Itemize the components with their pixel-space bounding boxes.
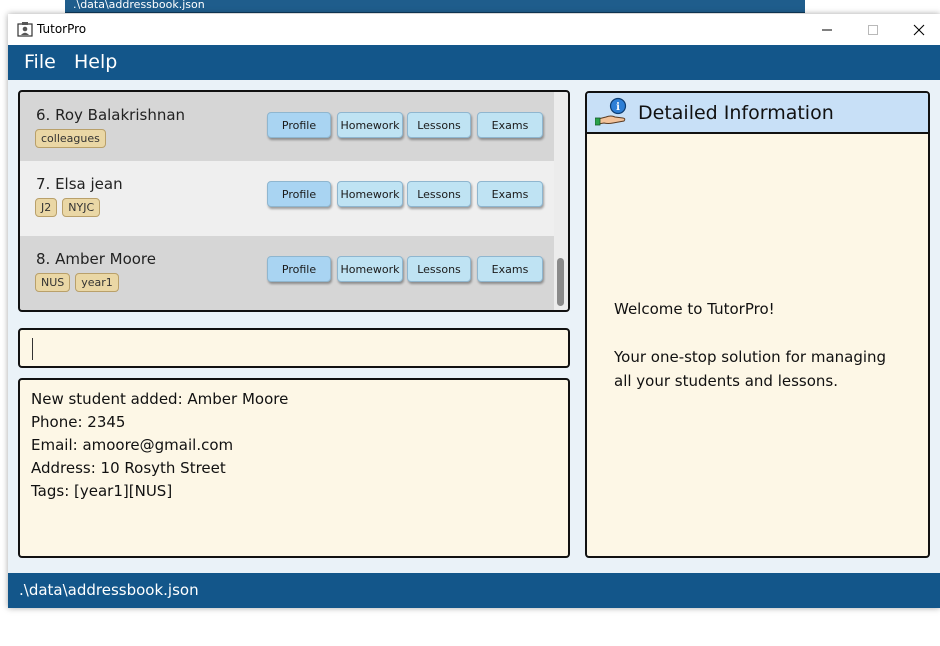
exams-button[interactable]: Exams xyxy=(477,181,543,207)
student-name: 6. Roy Balakrishnan xyxy=(36,106,186,124)
scrollbar-thumb[interactable] xyxy=(557,258,564,306)
command-box xyxy=(18,328,570,368)
status-bar: .\data\addressbook.json xyxy=(8,573,940,608)
background-window-path: .\data\addressbook.json xyxy=(73,0,205,11)
result-line: Tags: [year1][NUS] xyxy=(31,482,173,500)
result-line: New student added: Amber Moore xyxy=(31,390,289,408)
menu-file[interactable]: File xyxy=(24,51,56,73)
homework-button[interactable]: Homework xyxy=(337,112,403,138)
tag-list: colleagues xyxy=(35,127,111,148)
exams-button[interactable]: Exams xyxy=(477,256,543,282)
tag-list: J2 NYJC xyxy=(35,196,105,217)
window-title: TutorPro xyxy=(37,22,87,36)
result-line: Address: 10 Rosyth Street xyxy=(31,459,226,477)
student-card[interactable]: 6. Roy Balakrishnan colleagues Profile H… xyxy=(20,92,554,167)
menu-bar: File Help xyxy=(8,45,940,80)
homework-button[interactable]: Homework xyxy=(337,181,403,207)
lessons-button[interactable]: Lessons xyxy=(407,256,471,282)
tag: colleagues xyxy=(35,129,106,148)
close-button[interactable] xyxy=(896,14,940,45)
app-icon xyxy=(17,22,33,37)
minimize-button[interactable] xyxy=(804,14,850,45)
welcome-tagline-line2: all your students and lessons. xyxy=(614,372,838,390)
title-bar[interactable]: TutorPro xyxy=(8,14,940,45)
student-card[interactable]: 8. Amber Moore NUS year1 Profile Homework… xyxy=(20,236,554,310)
student-card[interactable]: 7. Elsa jean J2 NYJC Profile Homework Les… xyxy=(20,161,554,236)
detail-header: i Detailed Information xyxy=(587,93,928,134)
menu-help[interactable]: Help xyxy=(74,51,117,73)
app-window: TutorPro File Help 6. Roy Balakrishnan c… xyxy=(8,14,940,608)
command-input[interactable] xyxy=(30,336,554,362)
result-line: Email: amoore@gmail.com xyxy=(31,436,234,454)
maximize-button[interactable] xyxy=(850,14,896,45)
list-scrollbar[interactable] xyxy=(554,92,568,310)
profile-button[interactable]: Profile xyxy=(267,181,331,207)
svg-text:i: i xyxy=(616,102,620,113)
lessons-button[interactable]: Lessons xyxy=(407,181,471,207)
student-list-panel: 6. Roy Balakrishnan colleagues Profile H… xyxy=(18,90,570,312)
minimize-icon xyxy=(822,29,832,30)
detail-title: Detailed Information xyxy=(638,102,834,124)
tag: J2 xyxy=(35,198,58,217)
welcome-heading: Welcome to TutorPro! xyxy=(614,300,775,318)
maximize-icon xyxy=(868,24,878,35)
profile-button[interactable]: Profile xyxy=(267,256,331,282)
tag: year1 xyxy=(75,273,119,292)
result-line: Phone: 2345 xyxy=(31,413,126,431)
student-name: 7. Elsa jean xyxy=(36,175,123,193)
save-location-path: .\data\addressbook.json xyxy=(19,581,199,599)
lessons-button[interactable]: Lessons xyxy=(407,112,471,138)
profile-button[interactable]: Profile xyxy=(267,112,331,138)
homework-button[interactable]: Homework xyxy=(337,256,403,282)
result-display: New student added: Amber Moore Phone: 23… xyxy=(18,378,570,558)
tag: NYJC xyxy=(62,198,101,217)
exams-button[interactable]: Exams xyxy=(477,112,543,138)
welcome-message: Welcome to TutorPro! Your one-stop solut… xyxy=(614,297,886,393)
tag: NUS xyxy=(35,273,71,292)
student-name: 8. Amber Moore xyxy=(36,250,156,268)
info-hand-icon: i xyxy=(595,97,627,126)
welcome-tagline-line1: Your one-stop solution for managing xyxy=(614,348,887,366)
tag-list: NUS year1 xyxy=(35,271,124,292)
detail-panel: i Detailed Information Welcome to TutorP… xyxy=(585,91,930,558)
student-list: 6. Roy Balakrishnan colleagues Profile H… xyxy=(20,92,554,310)
background-window-strip: .\data\addressbook.json xyxy=(65,0,805,13)
close-icon xyxy=(913,24,925,35)
